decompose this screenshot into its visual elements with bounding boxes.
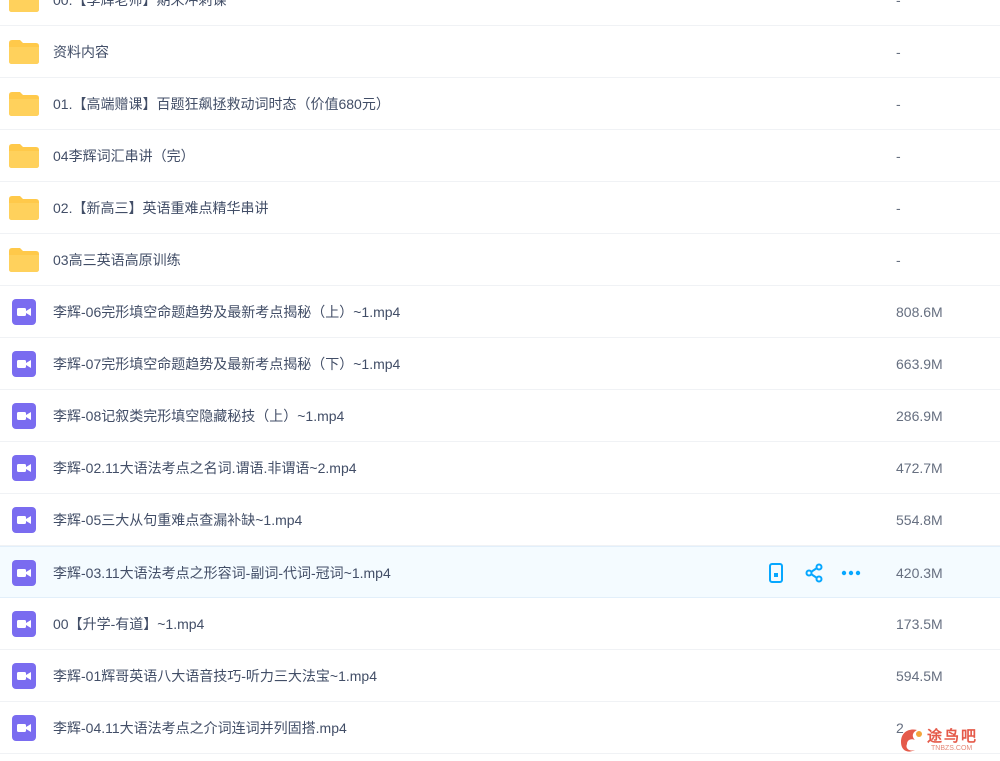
file-name[interactable]: 李辉-07完形填空命题趋势及最新考点揭秘（下）~1.mp4 [53, 338, 400, 390]
file-size: - [896, 148, 901, 164]
folder-icon [8, 91, 40, 117]
folder-row[interactable]: 02.【新高三】英语重难点精华串讲 - [0, 182, 1000, 234]
file-size: - [896, 200, 901, 216]
file-row[interactable]: 李辉-06完形填空命题趋势及最新考点揭秘（上）~1.mp4 808.6M [0, 286, 1000, 338]
file-row[interactable]: 李辉-01辉哥英语八大语音技巧-听力三大法宝~1.mp4 594.5M [0, 650, 1000, 702]
phone-icon[interactable] [764, 561, 788, 585]
folder-row[interactable]: 03高三英语高原训练 - [0, 234, 1000, 286]
video-icon [8, 455, 40, 481]
folder-icon [8, 39, 40, 65]
video-icon [8, 351, 40, 377]
video-icon [8, 715, 40, 741]
file-row[interactable]: 李辉-03.11大语法考点之形容词-副词-代词-冠词~1.mp4 420.3M [0, 546, 1000, 598]
file-row[interactable]: 李辉-04.11大语法考点之介词连词并列固搭.mp4 2 [0, 702, 1000, 754]
more-icon[interactable] [839, 561, 863, 585]
file-size: 173.5M [896, 616, 943, 632]
folder-icon [8, 0, 40, 13]
file-size: - [896, 252, 901, 268]
file-row[interactable]: 李辉-05三大从句重难点查漏补缺~1.mp4 554.8M [0, 494, 1000, 546]
file-size: 554.8M [896, 512, 943, 528]
watermark-text: 途鸟吧 [927, 728, 979, 745]
file-name[interactable]: 03高三英语高原训练 [53, 234, 181, 286]
file-name[interactable]: 04李辉词汇串讲（完） [53, 130, 195, 182]
file-size: 472.7M [896, 460, 943, 476]
file-name[interactable]: 李辉-02.11大语法考点之名词.谓语.非谓语~2.mp4 [53, 442, 357, 494]
file-size: - [896, 96, 901, 112]
watermark-subtext: TNBZS.COM [931, 745, 973, 752]
file-size: 594.5M [896, 668, 943, 684]
file-name[interactable]: 资料内容 [53, 26, 109, 78]
folder-icon [8, 195, 40, 221]
file-row[interactable]: 00【升学-有道】~1.mp4 173.5M [0, 598, 1000, 650]
watermark: 途鸟吧 TNBZS.COM [895, 722, 995, 758]
folder-icon [8, 143, 40, 169]
file-name[interactable]: 李辉-05三大从句重难点查漏补缺~1.mp4 [53, 494, 302, 546]
folder-icon [8, 247, 40, 273]
file-size: 420.3M [896, 565, 943, 581]
file-size: 663.9M [896, 356, 943, 372]
file-row[interactable]: 李辉-07完形填空命题趋势及最新考点揭秘（下）~1.mp4 663.9M [0, 338, 1000, 390]
file-name[interactable]: 李辉-04.11大语法考点之介词连词并列固搭.mp4 [53, 702, 347, 754]
video-icon [8, 299, 40, 325]
file-name[interactable]: 01.【高端赠课】百题狂飙拯救动词时态（价值680元） [53, 78, 390, 130]
file-name[interactable]: 李辉-01辉哥英语八大语音技巧-听力三大法宝~1.mp4 [53, 650, 377, 702]
row-actions [764, 561, 874, 585]
file-name[interactable]: 李辉-03.11大语法考点之形容词-副词-代词-冠词~1.mp4 [53, 547, 391, 599]
file-name[interactable]: 02.【新高三】英语重难点精华串讲 [53, 182, 268, 234]
folder-row[interactable]: 资料内容 - [0, 26, 1000, 78]
file-row[interactable]: 李辉-02.11大语法考点之名词.谓语.非谓语~2.mp4 472.7M [0, 442, 1000, 494]
file-name[interactable]: 李辉-08记叙类完形填空隐藏秘技（上）~1.mp4 [53, 390, 344, 442]
file-size: - [896, 0, 901, 8]
file-list: 00.【李辉老师】期末冲刺课 - 资料内容 -01.【高端赠课】百题狂飙拯救动词时态（… [0, 0, 1000, 754]
video-icon [8, 611, 40, 637]
video-icon [8, 403, 40, 429]
folder-row[interactable]: 00.【李辉老师】期末冲刺课 - [0, 0, 1000, 26]
file-size: - [896, 44, 901, 60]
video-icon [8, 663, 40, 689]
file-size: 808.6M [896, 304, 943, 320]
folder-row[interactable]: 01.【高端赠课】百题狂飙拯救动词时态（价值680元） - [0, 78, 1000, 130]
video-icon [8, 560, 40, 586]
watermark-logo-icon [901, 729, 922, 752]
folder-row[interactable]: 04李辉词汇串讲（完） - [0, 130, 1000, 182]
file-name[interactable]: 00【升学-有道】~1.mp4 [53, 598, 204, 650]
file-row[interactable]: 李辉-08记叙类完形填空隐藏秘技（上）~1.mp4 286.9M [0, 390, 1000, 442]
share-icon[interactable] [802, 561, 826, 585]
file-name[interactable]: 00.【李辉老师】期末冲刺课 [53, 0, 226, 26]
file-size: 286.9M [896, 408, 943, 424]
file-name[interactable]: 李辉-06完形填空命题趋势及最新考点揭秘（上）~1.mp4 [53, 286, 400, 338]
video-icon [8, 507, 40, 533]
